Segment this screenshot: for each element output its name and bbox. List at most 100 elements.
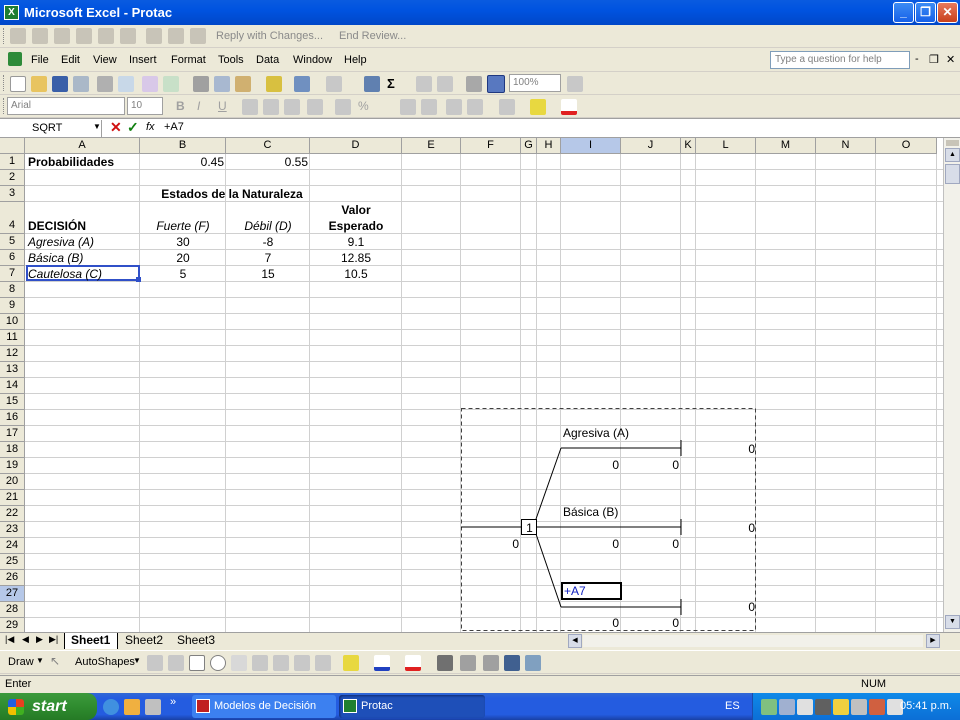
- reviewing-icon-4[interactable]: [76, 28, 92, 44]
- tray-icon-4[interactable]: [815, 699, 831, 715]
- decrease-decimal-icon[interactable]: [421, 99, 437, 115]
- bold-icon[interactable]: B: [176, 99, 185, 113]
- line-color-icon[interactable]: [374, 655, 390, 671]
- help-search-input[interactable]: Type a question for help: [770, 51, 910, 69]
- autoshapes-dropdown-icon[interactable]: ▼: [133, 656, 141, 665]
- horizontal-scrollbar[interactable]: [583, 635, 923, 647]
- task-modelos-de-decision[interactable]: Modelos de Decisión: [192, 695, 336, 718]
- merge-center-icon[interactable]: [307, 99, 323, 115]
- line-icon[interactable]: [147, 655, 163, 671]
- reviewing-icon-3[interactable]: [54, 28, 70, 44]
- italic-icon[interactable]: I: [197, 99, 200, 113]
- clipart-icon[interactable]: [294, 655, 310, 671]
- font-color-icon[interactable]: [561, 99, 577, 115]
- next-sheet-icon[interactable]: ▶: [36, 634, 43, 645]
- reviewing-icon-7[interactable]: [146, 28, 162, 44]
- restore-button[interactable]: ❐: [915, 2, 936, 23]
- zoom-select[interactable]: 100%: [509, 74, 561, 92]
- align-right-icon[interactable]: [284, 99, 300, 115]
- font-size-select[interactable]: 10: [127, 97, 163, 115]
- close-button[interactable]: ✕: [937, 2, 958, 23]
- menu-window[interactable]: Window: [293, 54, 332, 66]
- cancel-icon[interactable]: ✕: [110, 119, 122, 136]
- cut-icon[interactable]: [193, 76, 209, 92]
- split-box[interactable]: [946, 140, 959, 146]
- draw-dropdown-icon[interactable]: ▼: [36, 656, 44, 665]
- vertical-scrollbar[interactable]: ▲ ▼: [943, 138, 960, 632]
- reply-with-changes-button[interactable]: Reply with Changes...: [216, 30, 323, 42]
- name-box-dropdown-icon[interactable]: ▼: [93, 122, 101, 131]
- increase-indent-icon[interactable]: [467, 99, 483, 115]
- quicklaunch-more-icon[interactable]: »: [170, 696, 176, 708]
- reviewing-icon-8[interactable]: [168, 28, 184, 44]
- ie-icon[interactable]: [103, 699, 119, 715]
- chart-wizard-icon[interactable]: [466, 76, 482, 92]
- worksheet-grid[interactable]: ABCDEFGHIJKLMNO 1 2 3 4 5 6 7 8 9 10 11 12 13 14 15 16 1…: [0, 138, 943, 632]
- branch-a-i-value[interactable]: 0: [561, 458, 619, 472]
- menu-edit[interactable]: Edit: [61, 54, 80, 66]
- print-icon[interactable]: [97, 76, 113, 92]
- formula-input[interactable]: +A7: [164, 121, 184, 133]
- fill-color-icon[interactable]: [530, 99, 546, 115]
- tray-icon-3[interactable]: [797, 699, 813, 715]
- branch-b-end-value[interactable]: 0: [700, 521, 755, 535]
- menu-data[interactable]: Data: [256, 54, 279, 66]
- menu-tools[interactable]: Tools: [218, 54, 244, 66]
- end-review-button[interactable]: End Review...: [339, 30, 406, 42]
- drawing-toggle-icon[interactable]: [487, 75, 505, 93]
- doc-restore-icon[interactable]: ❐: [929, 53, 939, 66]
- doc-minimize-icon[interactable]: -: [915, 53, 919, 65]
- quicklaunch-icon-2[interactable]: [124, 699, 140, 715]
- arrow-icon[interactable]: [168, 655, 184, 671]
- branch-a-label[interactable]: Agresiva (A): [563, 426, 629, 440]
- scroll-right-icon[interactable]: ▶: [926, 634, 940, 648]
- help-icon[interactable]: [567, 76, 583, 92]
- tray-icon-1[interactable]: [761, 699, 777, 715]
- format-painter-icon[interactable]: [266, 76, 282, 92]
- font-name-select[interactable]: Arial: [7, 97, 125, 115]
- tab-sheet1[interactable]: Sheet1: [64, 633, 118, 649]
- rectangle-icon[interactable]: [189, 655, 205, 671]
- 3d-style-icon[interactable]: [525, 655, 541, 671]
- dash-style-icon[interactable]: [460, 655, 476, 671]
- excel-app-icon[interactable]: X: [4, 5, 19, 20]
- autoshapes-menu[interactable]: AutoShapes: [75, 656, 135, 668]
- permission-icon[interactable]: [73, 76, 89, 92]
- increase-decimal-icon[interactable]: [400, 99, 416, 115]
- select-objects-icon[interactable]: ↖: [50, 654, 60, 668]
- branch-a-j-value[interactable]: 0: [621, 458, 679, 472]
- branch-c-j-value[interactable]: 0: [621, 616, 679, 630]
- branch-b-label[interactable]: Básica (B): [563, 505, 618, 519]
- tray-icon-7[interactable]: [869, 699, 885, 715]
- undo-icon[interactable]: [294, 76, 310, 92]
- research-icon[interactable]: [163, 76, 179, 92]
- tab-sheet2[interactable]: Sheet2: [122, 633, 170, 649]
- doc-close-icon[interactable]: ✕: [946, 53, 955, 66]
- reviewing-icon-5[interactable]: [98, 28, 114, 44]
- branch-c-i-value[interactable]: 0: [561, 616, 619, 630]
- menu-help[interactable]: Help: [344, 54, 367, 66]
- draw-font-color-icon[interactable]: [405, 655, 421, 671]
- menu-file[interactable]: File: [31, 54, 49, 66]
- paste-icon[interactable]: [235, 76, 251, 92]
- wordart-icon[interactable]: [252, 655, 268, 671]
- decrease-indent-icon[interactable]: [446, 99, 462, 115]
- scroll-thumb[interactable]: [945, 164, 960, 184]
- tray-icon-2[interactable]: [779, 699, 795, 715]
- quicklaunch-icon-3[interactable]: [145, 699, 161, 715]
- insert-function-icon[interactable]: fx: [146, 121, 155, 133]
- branch-b-j-value[interactable]: 0: [621, 537, 679, 551]
- hyperlink-icon[interactable]: [364, 76, 380, 92]
- textbox-icon[interactable]: [231, 655, 247, 671]
- borders-icon[interactable]: [499, 99, 515, 115]
- redo-icon[interactable]: [326, 76, 342, 92]
- tray-icon-5[interactable]: [833, 699, 849, 715]
- oval-icon[interactable]: [210, 655, 226, 671]
- sort-ascending-icon[interactable]: [416, 76, 432, 92]
- enter-icon[interactable]: ✓: [127, 119, 139, 136]
- menu-view[interactable]: View: [93, 54, 117, 66]
- branch-a-end-value[interactable]: 0: [700, 442, 755, 456]
- reviewing-icon-1[interactable]: [10, 28, 26, 44]
- copy-icon[interactable]: [214, 76, 230, 92]
- draw-fill-color-icon[interactable]: [343, 655, 359, 671]
